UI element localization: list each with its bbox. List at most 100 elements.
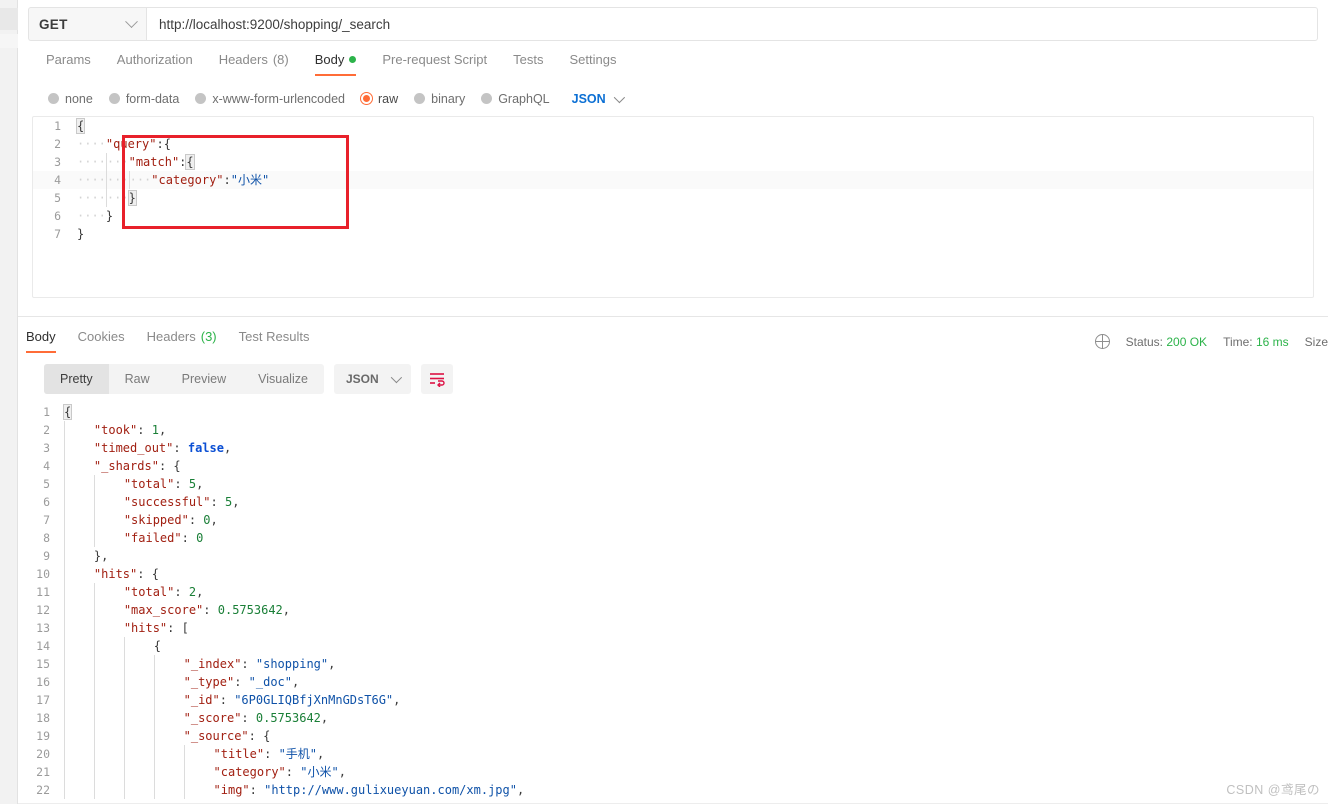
tab-headers-count: (8) [272,52,289,67]
body-type-binary[interactable]: binary [414,92,465,106]
response-tab-body[interactable]: Body [26,329,56,353]
line-number: 6 [43,495,50,509]
view-raw-label: Raw [124,372,150,386]
response-tab-headers-count: (3) [200,329,217,344]
method-select[interactable]: GET [28,7,146,41]
body-type-urlencoded[interactable]: x-www-form-urlencoded [195,92,345,106]
line-number: 7 [54,227,61,241]
line-content: ····} [77,209,114,223]
view-visualize[interactable]: Visualize [242,364,324,394]
line-number: 12 [36,603,50,617]
line-content: { [60,637,161,655]
response-tab-headers[interactable]: Headers (3) [147,329,217,353]
line-content: "failed": 0 [60,529,203,547]
line-content: "_score": 0.5753642, [60,709,328,727]
line-number: 11 [36,585,50,599]
tab-pre-request-script[interactable]: Pre-request Script [382,52,487,76]
view-preview-label: Preview [181,372,227,386]
view-pretty-label: Pretty [60,372,93,386]
code-line: 1 { [18,403,1328,421]
line-content: ·······} [77,189,137,207]
tab-authorization-label: Authorization [116,52,193,67]
tab-settings[interactable]: Settings [569,52,616,76]
line-content: "_index": "shopping", [60,655,335,673]
size-label: Size [1304,334,1328,349]
left-rail [0,0,18,804]
tab-params[interactable]: Params [46,52,91,76]
line-number: 1 [43,405,50,419]
response-tab-cookies[interactable]: Cookies [78,329,125,353]
response-format-select[interactable]: JSON [333,364,411,394]
body-type-none[interactable]: none [48,92,93,106]
response-tab-headers-label: Headers [146,329,196,344]
line-content: { [75,118,86,134]
wrap-lines-button[interactable] [420,364,453,394]
line-number: 15 [36,657,50,671]
line-number: 14 [36,639,50,653]
body-type-form-data[interactable]: form-data [108,92,179,106]
chevron-down-icon [390,371,402,384]
response-status-bar: Status: 200 OK Time: 16 ms Size [1094,334,1328,353]
line-number: 17 [36,693,50,707]
main-pane: GET http://localhost:9200/shopping/_sear… [18,0,1328,804]
tab-pre-request-script-label: Pre-request Script [382,52,488,67]
code-line: 6 "successful": 5, [18,493,1328,511]
body-type-radio-group: none form-data x-www-form-urlencoded raw… [18,76,1328,108]
line-content: "_shards": { [60,457,181,475]
time-value: 16 ms [1255,334,1289,349]
response-tab-test-results[interactable]: Test Results [239,329,310,353]
body-type-graphql[interactable]: GraphQL [481,92,550,106]
tab-tests[interactable]: Tests [513,52,543,76]
chevron-down-icon [613,91,625,103]
request-format-select[interactable]: JSON [572,91,625,106]
tab-headers[interactable]: Headers (8) [219,52,289,76]
code-line: 16 "_type": "_doc", [18,673,1328,691]
request-tabs: Params Authorization Headers (8) Body Pr… [18,42,1328,76]
view-raw[interactable]: Raw [109,364,166,394]
url-row: GET http://localhost:9200/shopping/_sear… [18,0,1328,42]
body-type-raw[interactable]: raw [361,92,398,106]
code-line: 2 ····"query":{ [33,135,1313,153]
line-content: "hits": [ [60,619,189,637]
status-value: 200 OK [1166,334,1208,349]
status-group: Status: 200 OK [1126,335,1207,349]
tab-authorization[interactable]: Authorization [117,52,193,76]
line-content: ····"query":{ [77,137,171,151]
line-number: 18 [36,711,50,725]
line-content: "max_score": 0.5753642, [60,601,290,619]
line-content: ··········"category":"小米" [77,171,270,189]
code-line: 4 "_shards": { [18,457,1328,475]
tab-settings-label: Settings [569,52,617,67]
line-number: 2 [43,423,50,437]
code-line: 17 "_id": "6P0GLIQBfjXnMnGDsT6G", [18,691,1328,709]
response-tab-cookies-label: Cookies [77,329,125,344]
code-line: 1 { [33,117,1313,135]
method-label: GET [39,16,68,32]
line-content: "total": 5, [60,475,203,493]
url-input[interactable]: http://localhost:9200/shopping/_search [146,7,1318,41]
view-preview[interactable]: Preview [166,364,242,394]
line-number: 21 [36,765,50,779]
rail-chip-second [0,34,18,48]
wrap-lines-icon [429,373,445,387]
code-line: 4 ··········"category":"小米" [33,171,1313,189]
chevron-down-icon [125,14,138,28]
code-line: 19 "_source": { [18,727,1328,745]
response-format-label: JSON [345,372,379,386]
line-content: "skipped": 0, [60,511,218,529]
view-pretty[interactable]: Pretty [44,364,109,394]
request-body-editor[interactable]: 1 { 2 ····"query":{ 3 ·······"match":{ 4… [32,116,1314,298]
view-visualize-label: Visualize [258,372,308,386]
code-line: 3 ·······"match":{ [33,153,1313,171]
line-content: "successful": 5, [60,493,239,511]
response-body-viewer[interactable]: 1 { 2 "took": 1, 3 "timed_out": false, 4… [18,403,1328,799]
tab-body[interactable]: Body [314,52,357,76]
line-number: 6 [54,209,61,223]
code-line: 5 ·······} [33,189,1313,207]
response-tabs: Body Cookies Headers (3) Test Results [18,329,309,353]
line-number: 8 [43,531,50,545]
request-code: 1 { 2 ····"query":{ 3 ·······"match":{ 4… [33,117,1313,243]
code-line: 9 }, [18,547,1328,565]
code-line: 7 "skipped": 0, [18,511,1328,529]
code-line: 20 "title": "手机", [18,745,1328,763]
